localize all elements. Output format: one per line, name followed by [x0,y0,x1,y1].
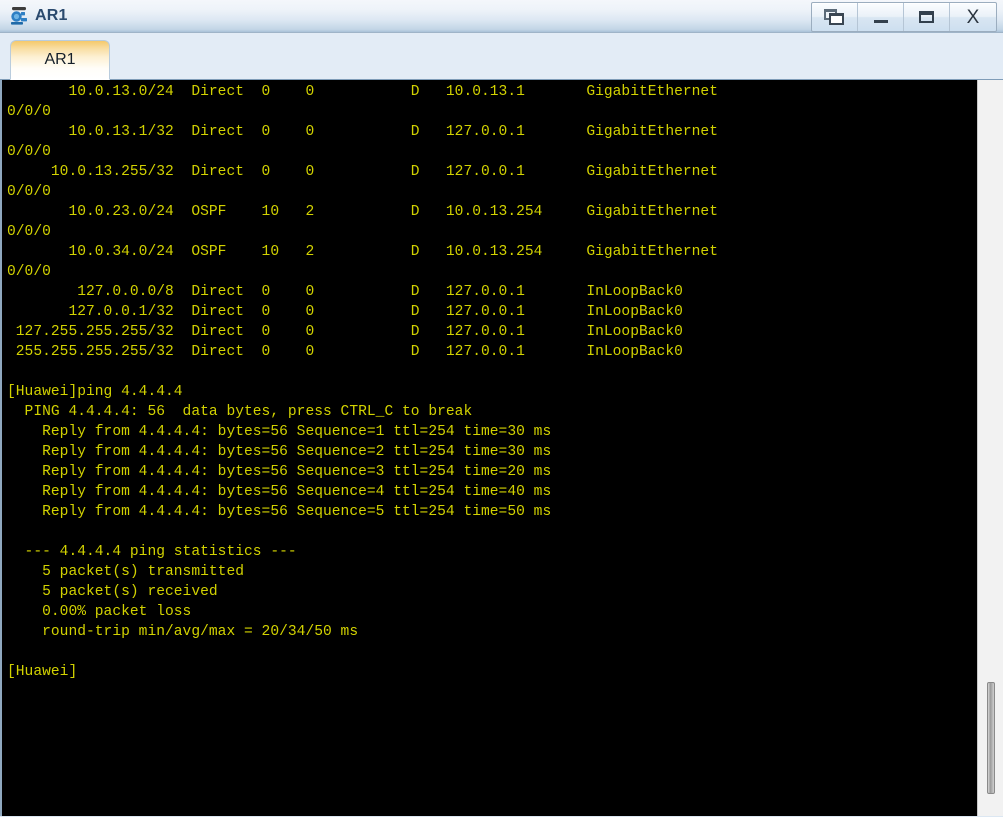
maximize-icon [919,11,934,23]
close-icon: X [966,6,980,28]
tab-ar1[interactable]: AR1 [10,40,110,80]
minimize-button[interactable] [858,3,904,31]
console-output[interactable]: 10.0.13.0/24 Direct 0 0 D 10.0.13.1 Giga… [2,80,977,816]
minimize-icon [873,20,888,23]
maximize-button[interactable] [904,3,950,31]
restore-icon [824,9,845,25]
restore-button[interactable] [812,3,858,31]
console-text: 10.0.13.0/24 Direct 0 0 D 10.0.13.1 Giga… [7,84,718,680]
router-icon [9,6,31,26]
vertical-scrollbar[interactable] [977,80,1003,816]
terminal-area: 10.0.13.0/24 Direct 0 0 D 10.0.13.1 Giga… [0,80,1003,816]
window-controls: X [811,2,997,32]
close-button[interactable]: X [950,3,996,31]
device-cli-window: AR1 X AR1 10.0.13.0/24 Direct 0 0 D 10.0… [0,0,1003,817]
tab-label: AR1 [44,51,76,68]
window-title: AR1 [35,6,68,24]
title-bar: AR1 X [0,0,1003,33]
tab-strip: AR1 [0,33,1003,80]
scrollbar-thumb[interactable] [987,682,995,794]
